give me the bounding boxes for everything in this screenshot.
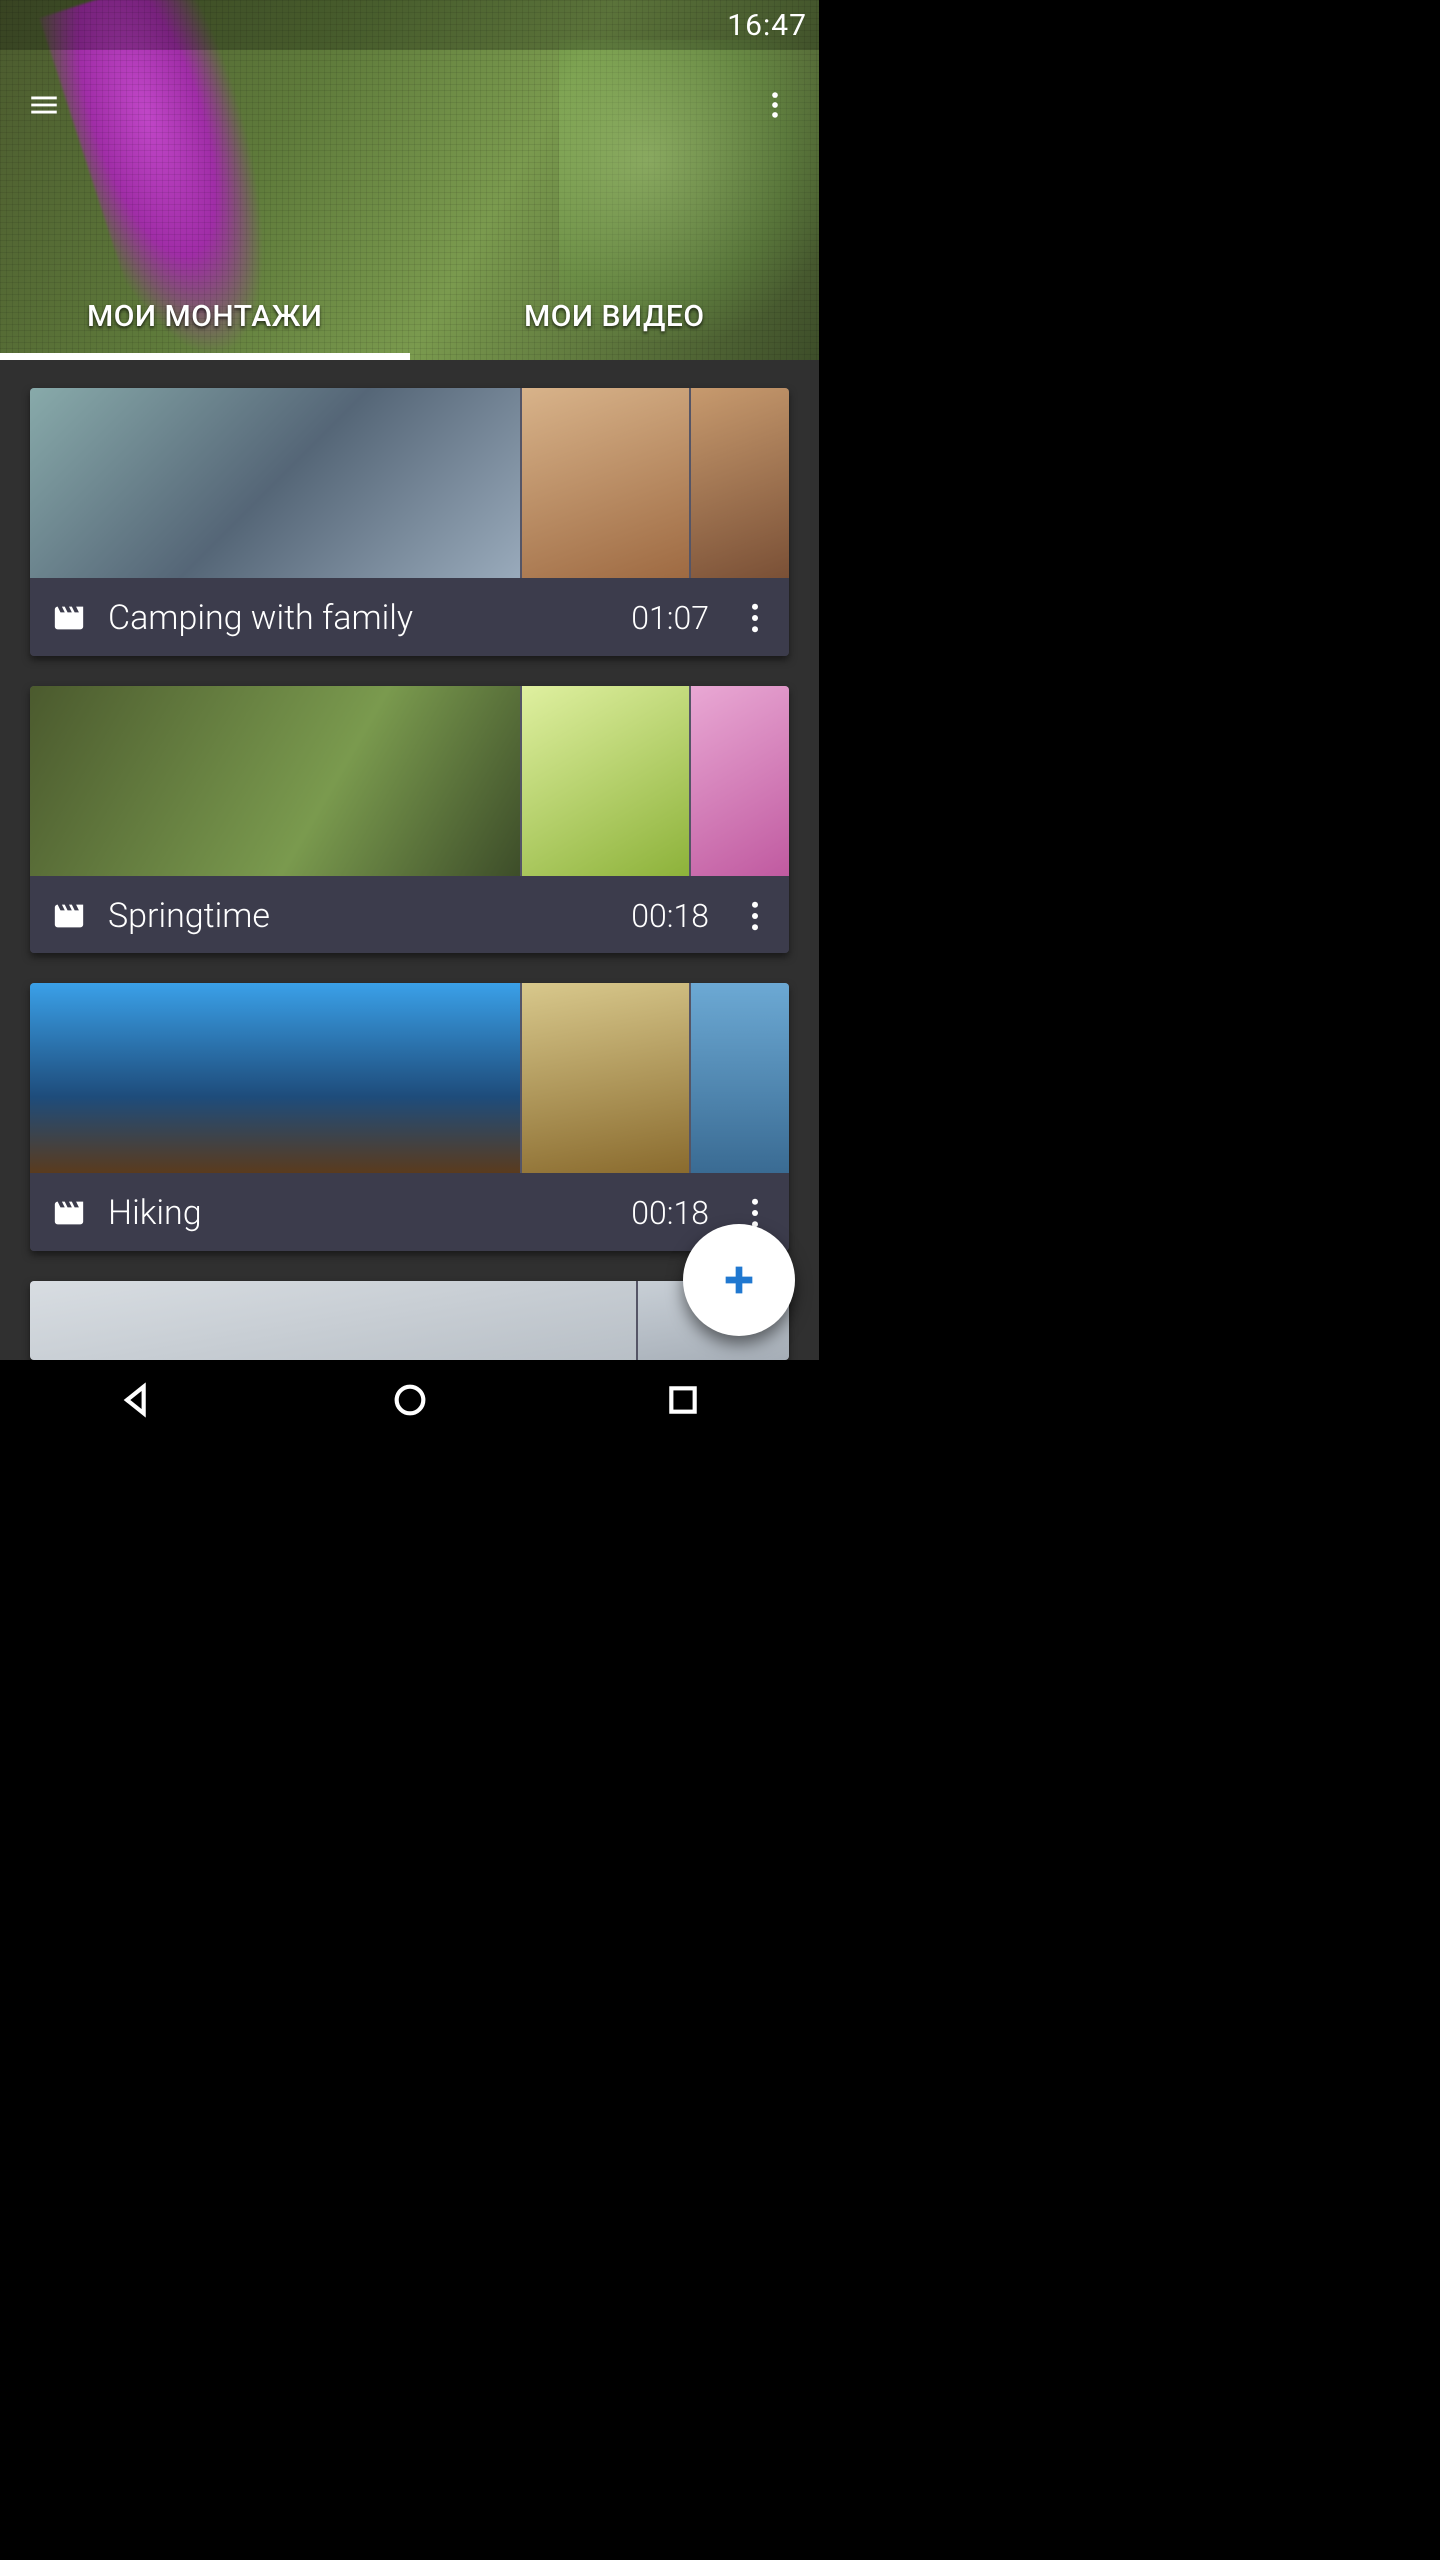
project-list[interactable]: Camping with family 01:07 Springtime 00:…: [0, 360, 819, 1360]
project-card[interactable]: [30, 1281, 789, 1360]
project-thumb-strip: [30, 983, 789, 1173]
status-bar: 16:47: [0, 0, 819, 50]
more-vert-icon[interactable]: [753, 83, 797, 127]
project-duration: 00:18: [631, 897, 709, 935]
project-title: Camping with family: [108, 598, 613, 638]
tab-bar: МОИ МОНТАЖИ МОИ ВИДЕО: [0, 272, 819, 360]
clapperboard-icon: [48, 895, 90, 937]
app-bar: [0, 50, 819, 160]
tab-my-montages[interactable]: МОИ МОНТАЖИ: [0, 272, 410, 360]
nav-back-icon[interactable]: [113, 1376, 161, 1424]
system-nav-bar: [0, 1360, 819, 1440]
tab-label: МОИ МОНТАЖИ: [87, 299, 323, 334]
clapperboard-icon: [48, 597, 90, 639]
project-info-bar: Camping with family 01:07: [30, 578, 789, 656]
status-time: 16:47: [727, 8, 807, 43]
project-duration: 00:18: [631, 1194, 709, 1232]
project-thumb-strip: [30, 388, 789, 578]
project-title: Springtime: [108, 896, 613, 936]
project-duration: 01:07: [631, 599, 709, 637]
nav-home-icon[interactable]: [386, 1376, 434, 1424]
add-button[interactable]: [683, 1224, 795, 1336]
project-info-bar: Springtime 00:18: [30, 876, 789, 954]
project-info-bar: Hiking 00:18: [30, 1173, 789, 1251]
tab-label: МОИ ВИДЕО: [524, 299, 705, 334]
header-hero: 16:47 МОИ МОНТАЖИ МОИ ВИДЕО: [0, 0, 819, 360]
project-card[interactable]: Hiking 00:18: [30, 983, 789, 1251]
project-thumb-strip: [30, 686, 789, 876]
add-icon: [719, 1260, 759, 1300]
tab-my-videos[interactable]: МОИ ВИДЕО: [410, 272, 820, 360]
project-more-icon[interactable]: [733, 596, 777, 640]
menu-icon[interactable]: [22, 83, 66, 127]
project-card[interactable]: Camping with family 01:07: [30, 388, 789, 656]
project-title: Hiking: [108, 1193, 613, 1233]
project-card[interactable]: Springtime 00:18: [30, 686, 789, 954]
project-more-icon[interactable]: [733, 894, 777, 938]
clapperboard-icon: [48, 1192, 90, 1234]
project-thumb-strip: [30, 1281, 789, 1360]
nav-recent-icon[interactable]: [659, 1376, 707, 1424]
